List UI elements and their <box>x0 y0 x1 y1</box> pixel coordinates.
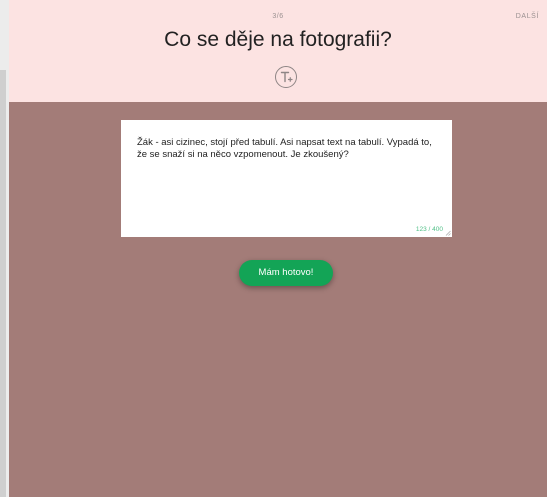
page-title: Co se děje na fotografii? <box>164 28 392 51</box>
char-counter: 123 / 400 <box>415 226 443 233</box>
text-plus-icon[interactable] <box>275 66 297 88</box>
resize-grip-icon[interactable] <box>445 230 451 236</box>
answer-textarea[interactable]: Žák - asi cizinec, stojí před tabulí. As… <box>121 120 452 237</box>
text-plus-glyph <box>280 71 293 83</box>
answer-text: Žák - asi cizinec, stojí před tabulí. As… <box>137 137 435 160</box>
app-page: 3/6 DALŠÍ Co se děje na fotografii? Žák … <box>0 0 547 497</box>
left-scroll-strip <box>0 0 9 497</box>
question-header: 3/6 DALŠÍ Co se děje na fotografii? <box>9 0 547 102</box>
next-button[interactable]: DALŠÍ <box>516 13 539 20</box>
progress-indicator: 3/6 <box>272 13 284 20</box>
done-button[interactable]: Mám hotovo! <box>239 260 333 286</box>
left-scrollbar[interactable] <box>0 70 6 497</box>
